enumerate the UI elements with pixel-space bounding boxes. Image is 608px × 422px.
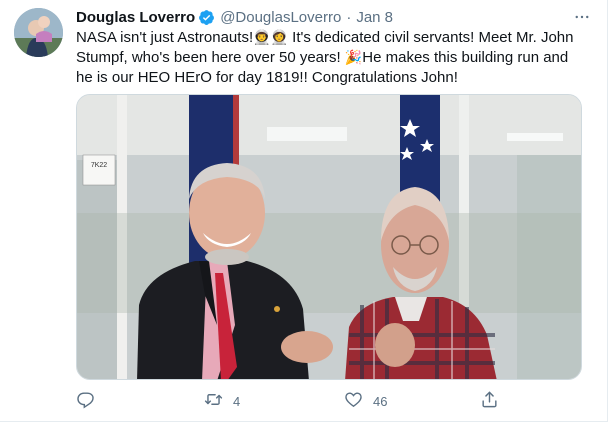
avatar[interactable]	[14, 8, 63, 57]
reply-button[interactable]	[76, 388, 95, 414]
verified-badge-icon	[198, 9, 215, 26]
tweet-photo[interactable]: 7K22	[76, 94, 582, 380]
more-options-icon[interactable]	[571, 7, 593, 27]
tweet-card[interactable]: Douglas Loverro @DouglasLoverro · Jan 8 …	[0, 0, 608, 422]
tweet-text-part-1: NASA isn't just Astronauts!	[76, 29, 254, 46]
like-button[interactable]: 46	[344, 388, 387, 414]
display-name[interactable]: Douglas Loverro	[76, 9, 195, 26]
retweet-button[interactable]: 4	[204, 388, 240, 414]
room-sign: 7K22	[91, 162, 107, 169]
share-icon	[480, 390, 499, 412]
retweet-count: 4	[233, 393, 241, 409]
tweet-date[interactable]: Jan 8	[356, 9, 393, 26]
separator-dot: ·	[346, 8, 352, 26]
retweet-icon	[204, 390, 223, 412]
user-handle[interactable]: @DouglasLoverro	[220, 9, 341, 26]
share-button[interactable]	[480, 388, 499, 414]
party-popper-emoji-icon: 🎉	[344, 50, 363, 66]
tweet-actions: 4 46	[76, 388, 586, 414]
tweet-header: Douglas Loverro @DouglasLoverro · Jan 8	[76, 7, 593, 27]
tweet-text: NASA isn't just Astronauts!👨‍🚀👩‍🚀 It's d…	[76, 28, 586, 88]
like-count: 46	[373, 393, 388, 409]
astronaut-emoji-icon: 👨‍🚀👩‍🚀	[253, 30, 288, 46]
reply-icon	[76, 390, 95, 412]
heart-icon	[344, 390, 363, 412]
